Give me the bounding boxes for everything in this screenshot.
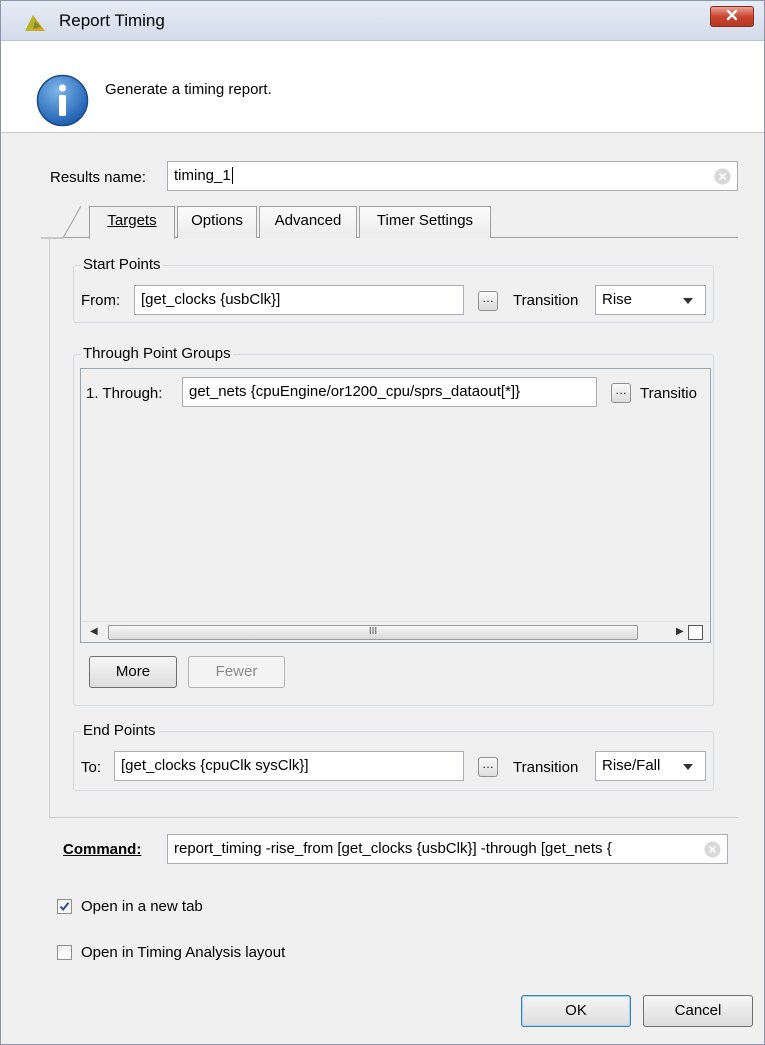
end-transition-value: Rise/Fall	[602, 757, 661, 774]
scroll-left-icon[interactable]: ◀	[90, 626, 98, 637]
command-clear-icon[interactable]	[704, 841, 721, 858]
fewer-label: Fewer	[215, 663, 258, 680]
horizontal-scrollbar[interactable]: ◀ III ▶	[82, 621, 709, 642]
cancel-label: Cancel	[674, 1002, 722, 1019]
ok-label: OK	[565, 1002, 587, 1019]
results-name-input[interactable]: timing_1	[167, 161, 738, 191]
report-timing-dialog: Report Timing Generate a timing report. …	[0, 0, 765, 1045]
open-new-tab-label[interactable]: Open in a new tab	[81, 898, 203, 915]
tab-targets[interactable]: Targets	[89, 206, 175, 239]
from-value: [get_clocks {usbClk}]	[141, 291, 281, 308]
command-label-text: Command:	[63, 841, 142, 858]
command-input[interactable]: report_timing -rise_from [get_clocks {us…	[167, 834, 728, 864]
tab-strip-edge	[41, 205, 81, 239]
to-value: [get_clocks {cpuClk sysClk}]	[121, 757, 309, 774]
title-bar: Report Timing	[1, 1, 764, 41]
tab-advanced[interactable]: Advanced	[259, 206, 357, 238]
from-label: From:	[81, 292, 121, 309]
tab-options-label: Options	[191, 212, 243, 229]
through-value: get_nets {cpuEngine/or1200_cpu/sprs_data…	[189, 383, 521, 400]
through-points-list[interactable]: 1. Through: get_nets {cpuEngine/or1200_c…	[80, 368, 711, 643]
command-value: report_timing -rise_from [get_clocks {us…	[174, 840, 612, 857]
through-browse-button[interactable]: …	[611, 383, 631, 403]
more-button[interactable]: More	[89, 656, 177, 688]
through-input[interactable]: get_nets {cpuEngine/or1200_cpu/sprs_data…	[182, 377, 597, 407]
through-transition-label: Transitio	[640, 385, 697, 402]
tab-timer-settings[interactable]: Timer Settings	[359, 206, 491, 238]
more-label: More	[115, 663, 151, 680]
end-transition-label: Transition	[513, 759, 579, 776]
from-input[interactable]: [get_clocks {usbClk}]	[134, 285, 464, 315]
corner-box-icon	[688, 625, 703, 640]
to-input[interactable]: [get_clocks {cpuClk sysClk}]	[114, 751, 464, 781]
close-button[interactable]	[710, 6, 754, 27]
through-row-label: 1. Through:	[86, 385, 163, 402]
clear-icon[interactable]	[714, 168, 731, 185]
open-timing-layout-label[interactable]: Open in Timing Analysis layout	[81, 944, 285, 961]
window-title: Report Timing	[59, 11, 165, 30]
tab-advanced-label: Advanced	[274, 212, 342, 229]
to-label: To:	[81, 759, 102, 776]
scroll-right-icon[interactable]: ▶	[676, 626, 684, 637]
tab-targets-label: Targets	[107, 212, 157, 229]
vivado-logo-icon	[23, 9, 47, 33]
start-transition-label: Transition	[513, 292, 579, 309]
cancel-button[interactable]: Cancel	[643, 995, 753, 1027]
end-points-title: End Points	[81, 722, 158, 739]
close-icon	[726, 8, 738, 25]
start-transition-select[interactable]: Rise	[595, 285, 706, 315]
start-transition-value: Rise	[602, 291, 633, 308]
open-timing-layout-checkbox[interactable]	[57, 945, 72, 960]
chevron-down-icon	[683, 764, 693, 770]
tab-options[interactable]: Options	[177, 206, 257, 238]
command-label: Command:	[63, 841, 141, 858]
start-points-title: Start Points	[81, 256, 163, 273]
open-new-tab-checkbox[interactable]	[57, 899, 72, 914]
results-name-value: timing_1	[174, 167, 231, 184]
end-transition-select[interactable]: Rise/Fall	[595, 751, 706, 781]
through-point-groups-title: Through Point Groups	[81, 345, 233, 362]
results-name-label: Results name:	[50, 169, 146, 186]
chevron-down-icon	[683, 298, 693, 304]
header-description: Generate a timing report.	[105, 81, 272, 98]
fewer-button[interactable]: Fewer	[188, 656, 285, 688]
checkmark-icon	[59, 902, 70, 912]
from-browse-button[interactable]: …	[478, 291, 498, 311]
info-icon	[36, 74, 89, 127]
scroll-thumb[interactable]: III	[108, 625, 638, 640]
ok-button[interactable]: OK	[521, 995, 631, 1027]
tab-timer-settings-label: Timer Settings	[376, 212, 474, 229]
scroll-grip: III	[368, 626, 378, 637]
to-browse-button[interactable]: …	[478, 757, 498, 777]
